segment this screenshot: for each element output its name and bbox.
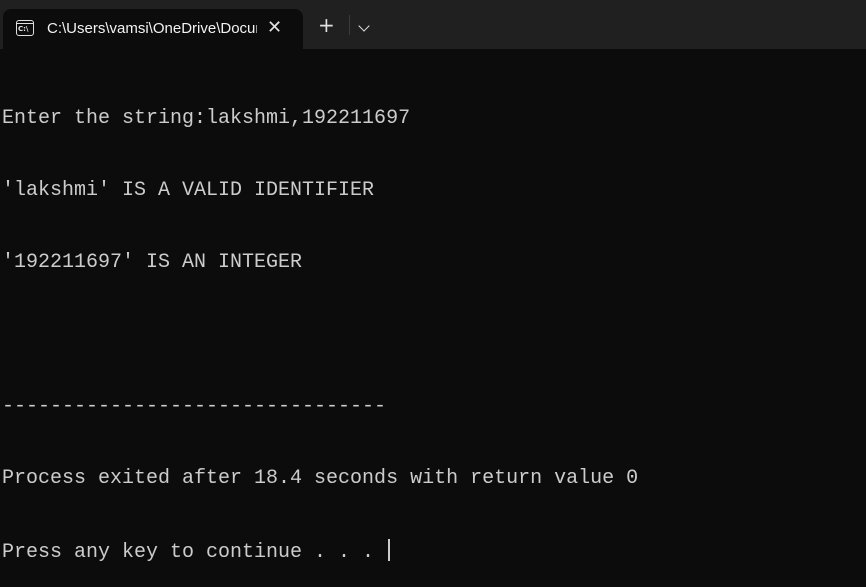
close-icon[interactable]: ✕ — [267, 17, 282, 38]
tab-active[interactable]: C:\ C:\Users\vamsi\OneDrive\Documents ✕ — [3, 9, 303, 49]
console-line: Enter the string:lakshmi,192211697 — [2, 107, 411, 130]
tab-bar: C:\ C:\Users\vamsi\OneDrive\Documents ✕ … — [0, 0, 866, 49]
console-line: 'lakshmi' IS A VALID IDENTIFIER — [2, 179, 375, 202]
chevron-down-icon[interactable] — [358, 20, 370, 32]
console-icon: C:\ — [16, 20, 34, 36]
console-line: Press any key to continue . . . — [2, 541, 387, 564]
console-prompt-line: Press any key to continue . . . — [2, 539, 638, 564]
new-tab-button[interactable]: + — [318, 15, 335, 35]
tab-title: C:\Users\vamsi\OneDrive\Documents — [47, 20, 257, 37]
text-cursor — [388, 539, 391, 561]
console-output[interactable]: Enter the string:lakshmi,192211697 'laks… — [2, 59, 638, 587]
console-line: -------------------------------- — [2, 395, 387, 418]
console-line: '192211697' IS AN INTEGER — [2, 251, 303, 274]
divider — [349, 15, 350, 35]
console-line: Process exited after 18.4 seconds with r… — [2, 467, 639, 490]
